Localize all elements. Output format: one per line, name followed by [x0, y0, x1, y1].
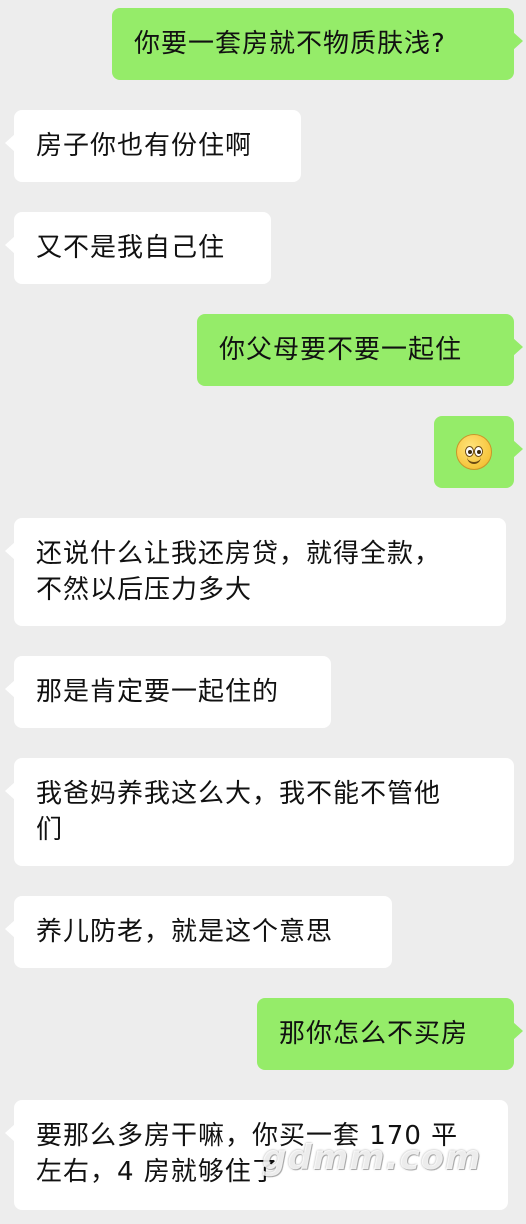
message-text: 还说什么让我还房贷，就得全款， 不然以后压力多大 [36, 539, 442, 605]
message-bubble-outgoing-emoji[interactable] [434, 416, 523, 488]
message-text: 你父母要不要一起住 [219, 335, 463, 365]
message-bubble-outgoing[interactable]: 你父母要不要一起住 [197, 314, 523, 386]
message-bubble-incoming[interactable]: 我爸妈养我这么大，我不能不管他 们 [5, 758, 514, 866]
message-bubble-outgoing[interactable]: 你要一套房就不物质肤浅? [112, 8, 523, 80]
message-text: 你要一套房就不物质肤浅? [134, 29, 446, 59]
message-text: 养儿防老，就是这个意思 [36, 917, 334, 947]
message-bubble-incoming[interactable]: 养儿防老，就是这个意思 [5, 896, 392, 968]
message-bubble-incoming[interactable]: 还说什么让我还房贷，就得全款， 不然以后压力多大 [5, 518, 506, 626]
message-bubble-incoming[interactable]: 房子你也有份住啊 [5, 110, 301, 182]
watermark-text: gdmm.com [262, 1138, 482, 1178]
chat-area: 你要一套房就不物质肤浅? 房子你也有份住啊 又不是我自己住 你父母要不要一起住 … [0, 0, 526, 1224]
message-bubble-incoming[interactable]: 又不是我自己住 [5, 212, 271, 284]
message-text: 那你怎么不买房 [279, 1019, 469, 1049]
message-text: 我爸妈养我这么大，我不能不管他 们 [36, 779, 442, 845]
message-text: 房子你也有份住啊 [36, 131, 253, 161]
message-bubble-incoming[interactable]: 那是肯定要一起住的 [5, 656, 331, 728]
message-text: 那是肯定要一起住的 [36, 677, 280, 707]
message-text: 又不是我自己住 [36, 233, 226, 263]
smiling-face-emoji-icon [456, 434, 492, 470]
message-bubble-outgoing[interactable]: 那你怎么不买房 [257, 998, 523, 1070]
